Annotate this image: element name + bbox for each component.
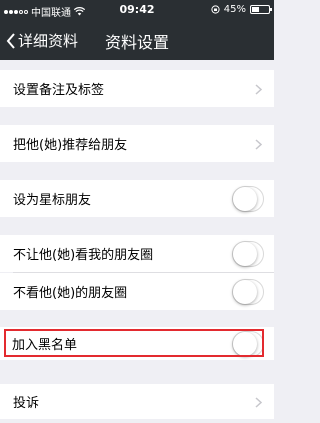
star-friend-toggle[interactable] (232, 185, 264, 212)
row-label: 把他(她)推荐给朋友 (13, 138, 128, 153)
orientation-lock-icon (211, 5, 220, 14)
battery-fill (252, 7, 259, 12)
row-remark-tags[interactable]: 设置备注及标签 (0, 70, 274, 107)
toggle-knob (233, 186, 257, 211)
row-hide-their-moments: 不看他(她)的朋友圈 (0, 273, 274, 310)
row-label: 设置备注及标签 (13, 83, 105, 98)
hide-their-moments-toggle[interactable] (232, 278, 264, 305)
battery-percent: 45% (223, 4, 246, 15)
row-star-friend: 设为星标朋友 (0, 180, 274, 217)
battery-icon (250, 5, 272, 14)
toggle-knob (233, 241, 257, 266)
highlight-box (4, 329, 264, 357)
hide-my-moments-toggle[interactable] (232, 240, 264, 267)
row-report[interactable]: 投诉 (0, 384, 274, 419)
chevron-right-icon (255, 83, 262, 95)
row-hide-my-moments: 不让他(她)看我的朋友圈 (0, 235, 274, 272)
page-title: 资料设置 (104, 33, 169, 52)
row-recommend-friend[interactable]: 把他(她)推荐给朋友 (0, 125, 274, 162)
chevron-right-icon (255, 396, 262, 408)
status-right: 45% (211, 4, 272, 15)
row-label: 投诉 (13, 396, 40, 411)
status-bar: 中国联通 09:42 45% (0, 0, 274, 20)
nav-bar: 详细资料 资料设置 (0, 20, 274, 60)
toggle-knob (233, 279, 257, 304)
chevron-right-icon (255, 138, 262, 150)
